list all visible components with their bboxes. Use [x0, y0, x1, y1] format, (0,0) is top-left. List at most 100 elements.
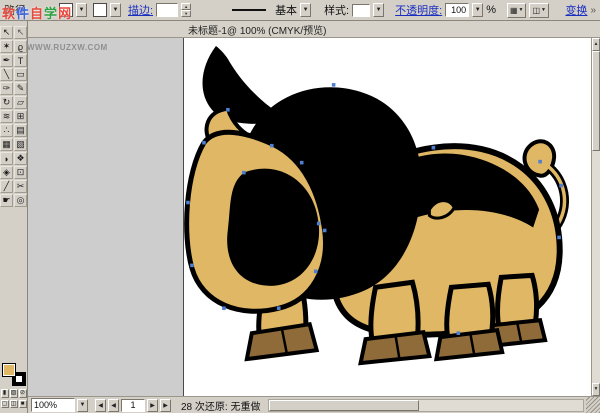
document-body: ▲ ▼: [28, 38, 600, 396]
chevron-down-icon: ▼: [80, 402, 86, 408]
pen-tool[interactable]: ✒: [0, 54, 13, 67]
chevron-down-icon: ▼: [376, 7, 382, 13]
chevron-down-icon: ▼: [475, 7, 481, 13]
zoom-level-field[interactable]: 100%: [31, 398, 75, 412]
transform-link[interactable]: 变换: [565, 2, 587, 18]
gradient-tool[interactable]: ▧: [14, 138, 27, 151]
vertical-scrollbar[interactable]: ▲ ▼: [591, 38, 600, 396]
lasso-tool[interactable]: ϱ: [14, 40, 27, 53]
opacity-dropdown-button[interactable]: ▼: [472, 3, 483, 17]
direct-selection-tool[interactable]: ↖: [14, 26, 27, 39]
document-title-bar: 未标题-1@ 100% (CMYK/预览): [28, 21, 600, 38]
fill-proxy-swatch[interactable]: [2, 363, 16, 377]
illustrator-window: 软件自学网 WWW.RUZXW.COM 路径 ▼ ▼ 描边: ▲▼ 基本 ▼ 样…: [0, 0, 600, 413]
spinner-up-icon[interactable]: ▲: [181, 3, 191, 10]
document-area: 未标题-1@ 100% (CMYK/预览): [28, 21, 600, 413]
slice-tool[interactable]: ╱: [0, 180, 13, 193]
color-button[interactable]: ▮: [1, 389, 9, 398]
first-page-button[interactable]: ◀: [95, 399, 106, 412]
fill-color-swatch[interactable]: [59, 3, 73, 17]
style-swatch[interactable]: [352, 4, 370, 17]
chevron-down-icon: ▼: [303, 7, 309, 13]
document-setup-button[interactable]: ▦▼: [507, 3, 527, 18]
scroll-up-icon: ▲: [594, 41, 599, 47]
fullscreen-with-menu-mode-button[interactable]: ◫: [10, 400, 18, 408]
blend-tool[interactable]: ❖: [14, 152, 27, 165]
line-segment-tool[interactable]: ╲: [0, 68, 13, 81]
arrow-right-icon: ▶: [163, 402, 168, 409]
artboard[interactable]: [183, 38, 591, 396]
percent-label: %: [486, 4, 496, 16]
brush-stroke-preview: [232, 9, 266, 11]
fullscreen-mode-button[interactable]: ■: [19, 400, 27, 408]
control-bar: 路径 ▼ ▼ 描边: ▲▼ 基本 ▼ 样式: ▼ 不透明度: 100 ▼ % ▦…: [0, 0, 600, 21]
opacity-field[interactable]: 100: [445, 3, 469, 17]
hand-tool[interactable]: ☛: [0, 194, 13, 207]
previous-page-button[interactable]: ◀: [108, 399, 119, 412]
eyedropper-tool[interactable]: ◗: [0, 152, 13, 165]
opacity-link[interactable]: 不透明度:: [395, 2, 442, 18]
style-dropdown-button[interactable]: ▼: [373, 3, 384, 17]
document-title: 未标题-1@ 100% (CMYK/预览): [188, 22, 327, 37]
page-number-field[interactable]: 1: [121, 399, 145, 412]
none-button[interactable]: ⊘: [19, 389, 27, 398]
fill-dropdown-button[interactable]: ▼: [76, 3, 87, 17]
stroke-color-swatch[interactable]: [93, 3, 107, 17]
vertical-scroll-thumb[interactable]: [592, 51, 600, 151]
zoom-dropdown-button[interactable]: ▼: [77, 399, 88, 412]
horizontal-scroll-thumb[interactable]: [269, 400, 419, 411]
chevron-down-icon: ▼: [519, 7, 524, 13]
paintbrush-tool[interactable]: ✑: [0, 82, 13, 95]
panel-icon: ◫: [532, 6, 540, 15]
mesh-tool[interactable]: ▦: [0, 138, 13, 151]
tool-grid: ↖ ↖ ✶ ϱ ✒ T ╲ ▭ ✑ ✎ ↻ ▱ ≋ ⊞ ∴ ▤ ▦ ▧ ◗ ❖: [0, 26, 27, 207]
scissors-tool[interactable]: ✂: [14, 180, 27, 193]
paint-buttons: ▮ ▨ ⊘: [1, 389, 27, 398]
vertical-scroll-track[interactable]: [592, 151, 600, 383]
gradient-button[interactable]: ▨: [10, 389, 18, 398]
spinner-down-icon[interactable]: ▼: [181, 10, 191, 17]
arrow-right-icon: ▶: [150, 402, 155, 409]
type-tool[interactable]: T: [14, 54, 27, 67]
stroke-weight-spinner[interactable]: ▲▼: [181, 3, 191, 17]
stroke-dropdown-button[interactable]: ▼: [110, 3, 121, 17]
selection-type-label: 路径: [4, 2, 26, 18]
magic-wand-tool[interactable]: ✶: [0, 40, 13, 53]
live-paint-selection-tool[interactable]: ⊡: [14, 166, 27, 179]
ox-artwork[interactable]: [186, 46, 564, 363]
graph-tool[interactable]: ▤: [14, 124, 27, 137]
rotate-tool[interactable]: ↻: [0, 96, 13, 109]
chevron-down-icon: ▼: [541, 7, 546, 13]
stroke-weight-field[interactable]: [156, 3, 178, 17]
ox-drawing: [184, 38, 591, 396]
arrow-left-icon: ◀: [98, 402, 103, 409]
pasteboard: [28, 38, 183, 396]
overflow-chevron-icon[interactable]: »: [590, 5, 596, 16]
stroke-panel-link[interactable]: 描边:: [128, 2, 153, 18]
pencil-tool[interactable]: ✎: [14, 82, 27, 95]
style-label: 样式:: [324, 2, 349, 18]
zoom-tool[interactable]: ◎: [14, 194, 27, 207]
warp-tool[interactable]: ≋: [0, 110, 13, 123]
next-page-button[interactable]: ▶: [147, 399, 158, 412]
scale-tool[interactable]: ▱: [14, 96, 27, 109]
scroll-down-button[interactable]: ▼: [592, 383, 600, 396]
horizontal-scrollbar[interactable]: [268, 399, 584, 412]
preferences-button[interactable]: ◫▼: [529, 3, 549, 18]
selection-tool[interactable]: ↖: [0, 26, 13, 39]
scroll-up-button[interactable]: ▲: [592, 38, 600, 51]
screen-mode-buttons: ▢ ◫ ■: [1, 400, 27, 408]
brush-dropdown-button[interactable]: ▼: [300, 3, 311, 17]
normal-screen-mode-button[interactable]: ▢: [1, 400, 9, 408]
live-paint-bucket-tool[interactable]: ◈: [0, 166, 13, 179]
tools-panel: ↖ ↖ ✶ ϱ ✒ T ╲ ▭ ✑ ✎ ↻ ▱ ≋ ⊞ ∴ ▤ ▦ ▧ ◗ ❖: [0, 21, 28, 413]
status-bar: 100% ▼ ◀ ◀ 1 ▶ ▶ 28 次还原: 无重做: [28, 396, 600, 413]
last-page-button[interactable]: ▶: [160, 399, 171, 412]
resize-grip[interactable]: [586, 397, 600, 413]
fill-stroke-indicator: [2, 363, 26, 386]
symbol-sprayer-tool[interactable]: ∴: [0, 124, 13, 137]
rectangle-tool[interactable]: ▭: [14, 68, 27, 81]
free-transform-tool[interactable]: ⊞: [14, 110, 27, 123]
chevron-down-icon: ▼: [79, 7, 85, 13]
scroll-down-icon: ▼: [594, 386, 599, 392]
